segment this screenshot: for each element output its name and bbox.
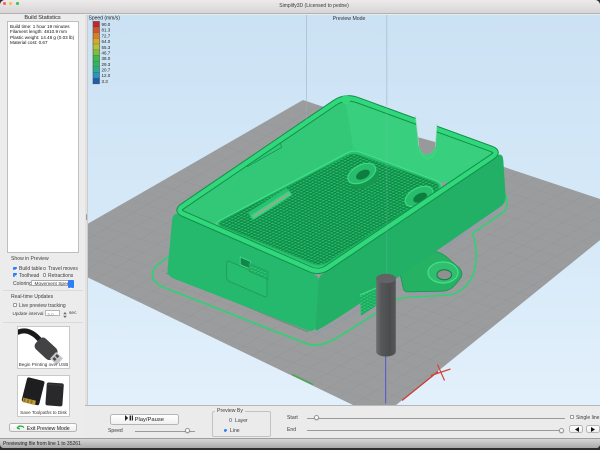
svg-text:81.3: 81.3: [102, 28, 111, 33]
svg-text:3.3: 3.3: [102, 79, 109, 84]
svg-text:72.7: 72.7: [102, 33, 111, 38]
svg-text:46.7: 46.7: [102, 50, 111, 55]
svg-text:90.0: 90.0: [102, 22, 111, 27]
svg-text:Preview Mode: Preview Mode: [333, 16, 366, 22]
svg-text:64.0: 64.0: [102, 39, 111, 44]
svg-text:Speed (mm/s): Speed (mm/s): [89, 16, 121, 22]
svg-text:20.7: 20.7: [102, 68, 111, 73]
svg-text:38.0: 38.0: [102, 56, 111, 61]
svg-text:55.3: 55.3: [102, 45, 111, 50]
svg-text:12.0: 12.0: [102, 73, 111, 78]
svg-text:29.3: 29.3: [102, 62, 111, 67]
